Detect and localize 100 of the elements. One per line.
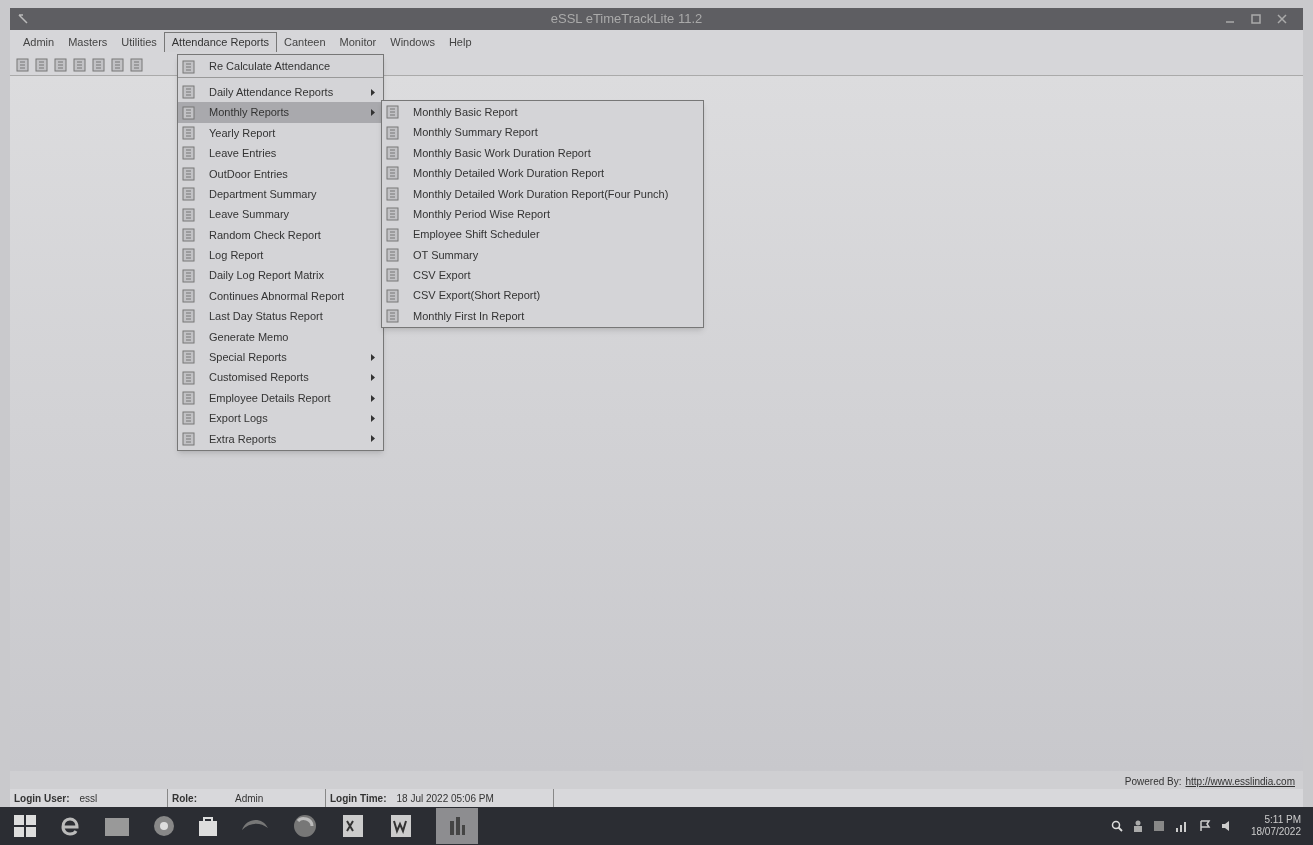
menu-item[interactable]: Export Logs	[178, 408, 383, 429]
status-value: essl	[79, 791, 98, 806]
folder-icon[interactable]	[104, 815, 130, 837]
menu-item[interactable]: Extra Reports	[178, 428, 383, 450]
document-w-icon[interactable]	[388, 813, 414, 839]
menu-item[interactable]: Monthly First In Report	[382, 305, 703, 327]
windows-logo-icon[interactable]	[14, 815, 36, 837]
document-icon	[386, 105, 399, 120]
menu-item[interactable]: Yearly Report	[178, 122, 383, 144]
menu-item[interactable]: Admin	[16, 32, 62, 52]
menu-item[interactable]: Masters	[61, 32, 115, 52]
submenu-arrow-icon	[371, 109, 375, 117]
document-icon	[182, 289, 195, 304]
submenu-arrow-icon	[371, 88, 375, 96]
document-icon	[386, 268, 399, 283]
document-icon	[182, 391, 195, 406]
tray-app-icon[interactable]	[1152, 820, 1165, 832]
website-link[interactable]: http://www.esslindia.com	[1185, 774, 1295, 789]
person-icon[interactable]	[1132, 820, 1143, 832]
menu-item[interactable]: OutDoor Entries	[178, 163, 383, 184]
menu-item[interactable]: Utilities	[114, 32, 164, 52]
spreadsheet-icon[interactable]	[340, 813, 366, 839]
menu-item[interactable]: Generate Memo	[178, 326, 383, 348]
document-icon	[182, 207, 195, 222]
menu-item[interactable]: Monthly Basic Report	[382, 102, 703, 123]
menu-item[interactable]: Daily Log Report Matrix	[178, 265, 383, 286]
menu-item[interactable]: CSV Export(Short Report)	[382, 285, 703, 306]
document-icon	[182, 248, 195, 263]
document-icon	[386, 227, 399, 242]
menu-item[interactable]: Customised Reports	[178, 367, 383, 388]
document-icon	[182, 431, 195, 446]
document-icon	[182, 350, 195, 365]
clock-time: 5:11 PM	[1264, 814, 1301, 826]
submenu-arrow-icon	[371, 374, 375, 382]
menu-item[interactable]: Monthly Period Wise Report	[382, 203, 703, 225]
document-icon	[182, 309, 195, 324]
document-icon	[182, 105, 195, 120]
app-icon	[18, 14, 28, 24]
document-icon	[182, 166, 195, 181]
submenu-arrow-icon	[371, 353, 375, 361]
menu-item[interactable]: Continues Abnormal Report	[178, 285, 383, 307]
signal-icon[interactable]	[1174, 820, 1189, 832]
status-value: 18 Jul 2022 05:06 PM	[396, 791, 494, 806]
menu-item[interactable]: Monthly Detailed Work Duration Report(Four Punch)	[382, 183, 703, 204]
menu-item[interactable]: Leave Entries	[178, 143, 383, 164]
menu-item[interactable]: Attendance Reports	[163, 32, 277, 52]
close-icon[interactable]	[1277, 14, 1287, 24]
status-label: Login User:	[14, 791, 70, 806]
menu-item[interactable]: Daily Attendance Reports	[178, 82, 383, 103]
document-icon	[182, 85, 195, 100]
menu-item[interactable]: Monthly Summary Report	[382, 122, 703, 143]
document-icon	[386, 288, 399, 303]
shopping-bag-icon[interactable]	[198, 815, 218, 837]
menu-item[interactable]: Windows	[383, 32, 442, 52]
status-label: Login Time:	[330, 791, 387, 806]
menu-item[interactable]: Leave Summary	[178, 204, 383, 225]
menu-item[interactable]: Monthly Detailed Work Duration Report	[382, 163, 703, 184]
document-icon	[386, 125, 399, 140]
submenu-arrow-icon	[371, 435, 375, 443]
status-label: Role:	[172, 791, 197, 806]
menu-item[interactable]: Help	[441, 32, 479, 52]
menu-item[interactable]: Log Report	[178, 245, 383, 266]
menu-item[interactable]: OT Summary	[382, 244, 703, 266]
document-icon	[182, 268, 195, 283]
document-icon	[182, 370, 195, 385]
menu-item[interactable]: Random Check Report	[178, 224, 383, 246]
document-icon	[182, 411, 195, 426]
menu-item[interactable]: CSV Export	[382, 265, 703, 286]
menu-item[interactable]: Monitor	[332, 32, 384, 52]
menu-item[interactable]: Monthly Reports	[178, 102, 383, 123]
menu-item[interactable]: Department Summary	[178, 183, 383, 205]
submenu-arrow-icon	[371, 394, 375, 402]
document-icon	[182, 329, 195, 344]
building-icon	[447, 815, 467, 837]
clock-date: 18/07/2022	[1250, 826, 1301, 838]
flag-icon[interactable]	[1198, 820, 1211, 832]
menu-item[interactable]: Employee Shift Scheduler	[382, 224, 703, 245]
active-app-button[interactable]	[436, 808, 478, 844]
menu-item[interactable]: Last Day Status Report	[178, 306, 383, 327]
document-icon	[182, 125, 195, 140]
document-icon	[386, 207, 399, 222]
document-icon	[386, 145, 399, 160]
menu-item[interactable]: Monthly Basic Work Duration Report	[382, 142, 703, 164]
document-icon	[182, 59, 195, 74]
document-icon	[386, 166, 399, 181]
submenu-arrow-icon	[371, 414, 375, 422]
search-icon[interactable]	[1110, 820, 1123, 832]
document-icon	[386, 247, 399, 262]
menu-item[interactable]: Re Calculate Attendance	[178, 56, 383, 78]
document-icon	[182, 227, 195, 242]
menu-item[interactable]: Canteen	[277, 32, 333, 52]
maximize-icon[interactable]	[1251, 14, 1261, 24]
document-icon	[386, 309, 399, 324]
document-icon	[182, 146, 195, 161]
document-icon	[182, 187, 195, 202]
document-icon	[386, 186, 399, 201]
circle-icon[interactable]	[152, 814, 176, 838]
menu-item[interactable]: Employee Details Report	[178, 387, 383, 409]
menu-item[interactable]: Special Reports	[178, 347, 383, 368]
powered-by-label: Powered By:	[1124, 775, 1182, 789]
